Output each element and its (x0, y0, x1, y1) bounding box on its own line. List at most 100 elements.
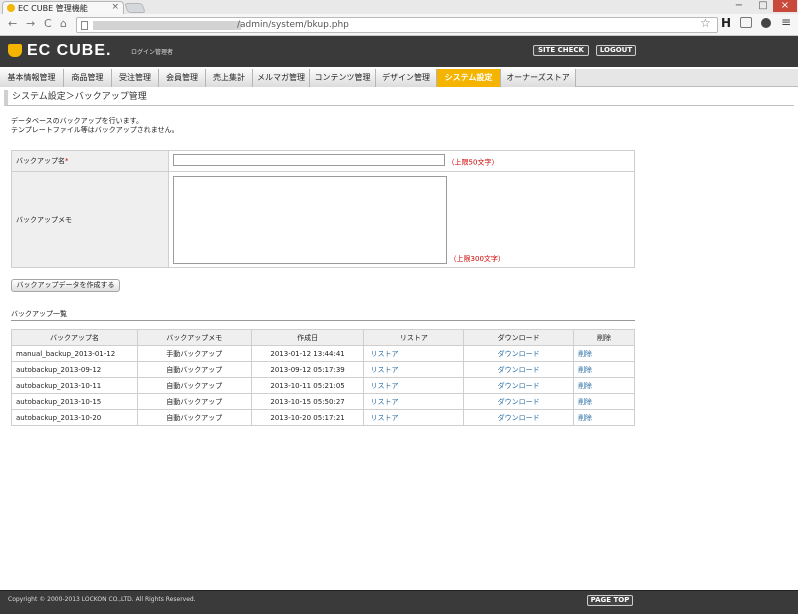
main-nav-item[interactable]: 商品管理 (64, 69, 112, 87)
table-cell: 自動バックアップ (136, 377, 252, 394)
download-link[interactable]: ダウンロード (498, 366, 540, 374)
backup-name-input[interactable] (173, 154, 445, 167)
tab-close-icon[interactable]: × (111, 2, 119, 12)
table-cell: 削除 (573, 393, 635, 410)
backup-memo-cell: 自動バックアップ (166, 365, 223, 374)
delete-link[interactable]: 削除 (578, 398, 592, 406)
delete-link[interactable]: 削除 (578, 350, 592, 358)
page-footer: Copyright © 2000-2013 LOCKON CO.,LTD. Al… (0, 590, 798, 614)
page-top-button[interactable]: PAGE TOP (587, 595, 633, 606)
download-link[interactable]: ダウンロード (498, 414, 540, 422)
table-cell: リストア (363, 393, 465, 410)
restore-link[interactable]: リストア (370, 398, 398, 406)
main-nav-item[interactable]: 受注管理 (112, 69, 159, 87)
download-link[interactable]: ダウンロード (498, 382, 540, 390)
column-header-delete: 削除 (573, 329, 635, 346)
backup-name-cell: autobackup_2013-10-15 (16, 397, 102, 406)
table-cell: 自動バックアップ (136, 361, 252, 378)
home-icon[interactable]: ⌂ (60, 18, 67, 30)
divider (11, 320, 635, 321)
site-check-button[interactable]: SITE CHECK (533, 45, 589, 56)
backup-memo-cell: 自動バックアップ (166, 397, 223, 406)
table-cell: 2013-09-12 05:17:39 (250, 361, 365, 378)
main-nav-item[interactable]: 会員管理 (159, 69, 206, 87)
restore-link[interactable]: リストア (370, 382, 398, 390)
backup-date-cell: 2013-10-15 05:50:27 (270, 397, 345, 406)
main-nav: 基本情報管理 商品管理 受注管理 会員管理 売上集計 メルマガ管理 コンテンツ管理 デザイン管… (0, 69, 798, 87)
table-cell: 2013-01-12 13:44:41 (250, 345, 365, 362)
back-arrow-icon[interactable]: ← (8, 18, 17, 30)
app-header: EC CUBE. ログイン管理者 SITE CHECK LOGOUT (0, 36, 798, 67)
backup-name-cell: （上限50文字） (168, 150, 635, 172)
backup-list-table: バックアップ名 バックアップメモ 作成日 リストア ダウンロード 削除 manu… (11, 329, 635, 426)
address-bar[interactable]: /admin/system/bkup.php (76, 17, 718, 33)
bookmark-star-icon[interactable]: ☆ (700, 16, 711, 30)
download-link[interactable]: ダウンロード (498, 350, 540, 358)
name-limit-note: （上限50文字） (447, 158, 499, 167)
reload-icon[interactable]: C (44, 18, 52, 30)
restore-link[interactable]: リストア (370, 350, 398, 358)
logo-text[interactable]: EC CUBE. (27, 42, 111, 60)
backup-name-label: バックアップ名* (11, 150, 169, 172)
create-backup-button[interactable]: バックアップデータを作成する (11, 279, 120, 292)
tab-title: EC CUBE 管理機能 (18, 4, 88, 13)
window-minimize-button[interactable]: − (726, 0, 752, 12)
backup-memo-cell: 自動バックアップ (166, 381, 223, 390)
table-row: manual_backup_2013-01-12 手動バックアップ 2013-01-… (11, 345, 635, 362)
browser-tab[interactable]: EC CUBE 管理機能 × (2, 1, 124, 14)
extension-h-icon[interactable]: H (721, 16, 731, 30)
main-nav-item[interactable]: メルマガ管理 (253, 69, 310, 87)
browser-menu-icon[interactable]: ≡ (781, 15, 791, 29)
logout-button[interactable]: LOGOUT (596, 45, 636, 56)
download-link[interactable]: ダウンロード (498, 398, 540, 406)
forward-arrow-icon[interactable]: → (26, 18, 35, 30)
backup-date-cell: 2013-10-20 05:17:21 (270, 413, 345, 422)
table-cell: 自動バックアップ (136, 393, 252, 410)
table-row: autobackup_2013-09-12 自動バックアップ 2013-09-12 … (11, 361, 635, 378)
main-nav-item[interactable]: 売上集計 (206, 69, 253, 87)
backup-memo-textarea[interactable] (173, 175, 447, 264)
table-cell: 削除 (573, 377, 635, 394)
backup-name-cell: manual_backup_2013-01-12 (16, 349, 116, 358)
table-row: autobackup_2013-10-20 自動バックアップ 2013-10-20 … (11, 409, 635, 426)
table-cell: 2013-10-11 05:21:05 (250, 377, 365, 394)
backup-memo-cell: 自動バックアップ (166, 413, 223, 422)
backup-memo-cell: 手動バックアップ (166, 349, 223, 358)
memo-limit-note: （上限300文字） (449, 254, 505, 263)
main-nav-item[interactable]: コンテンツ管理 (310, 69, 376, 87)
delete-link[interactable]: 削除 (578, 382, 592, 390)
table-cell: リストア (363, 409, 465, 426)
main-nav-item[interactable]: デザイン管理 (376, 69, 437, 87)
restore-link[interactable]: リストア (370, 366, 398, 374)
description-line: テンプレートファイル等はバックアップされません。 (11, 126, 179, 134)
main-nav-item[interactable]: 基本情報管理 (0, 69, 64, 87)
main-nav-item[interactable]: システム設定 (437, 69, 501, 87)
table-cell: リストア (363, 377, 465, 394)
table-cell: ダウンロード (463, 361, 575, 378)
table-cell: 2013-10-15 05:50:27 (250, 393, 365, 410)
backup-list-title: バックアップ一覧 (11, 310, 67, 318)
table-cell: リストア (363, 361, 465, 378)
window-close-button[interactable]: × (773, 0, 797, 12)
table-cell: 削除 (573, 345, 635, 362)
extension-circle-icon[interactable] (761, 18, 771, 28)
browser-tabstrip: EC CUBE 管理機能 × − □ × (0, 0, 798, 14)
extension-icon[interactable] (740, 17, 752, 28)
restore-link[interactable]: リストア (370, 414, 398, 422)
table-cell: 2013-10-20 05:17:21 (250, 409, 365, 426)
delete-link[interactable]: 削除 (578, 414, 592, 422)
table-cell: ダウンロード (463, 345, 575, 362)
copyright-text: Copyright © 2000-2013 LOCKON CO.,LTD. Al… (8, 596, 196, 603)
column-header-download: ダウンロード (463, 329, 575, 346)
delete-link[interactable]: 削除 (578, 366, 592, 374)
new-tab-button[interactable] (124, 3, 146, 13)
table-cell: ダウンロード (463, 393, 575, 410)
table-cell: autobackup_2013-10-15 (11, 393, 138, 410)
backup-memo-cell: （上限300文字） (168, 171, 635, 268)
backup-date-cell: 2013-09-12 05:17:39 (270, 365, 345, 374)
column-header-date: 作成日 (250, 329, 365, 346)
table-cell: autobackup_2013-09-12 (11, 361, 138, 378)
main-nav-item[interactable]: オーナーズストア (501, 69, 576, 87)
backup-name-cell: autobackup_2013-10-11 (16, 381, 102, 390)
backup-name-cell: autobackup_2013-10-20 (16, 413, 102, 422)
